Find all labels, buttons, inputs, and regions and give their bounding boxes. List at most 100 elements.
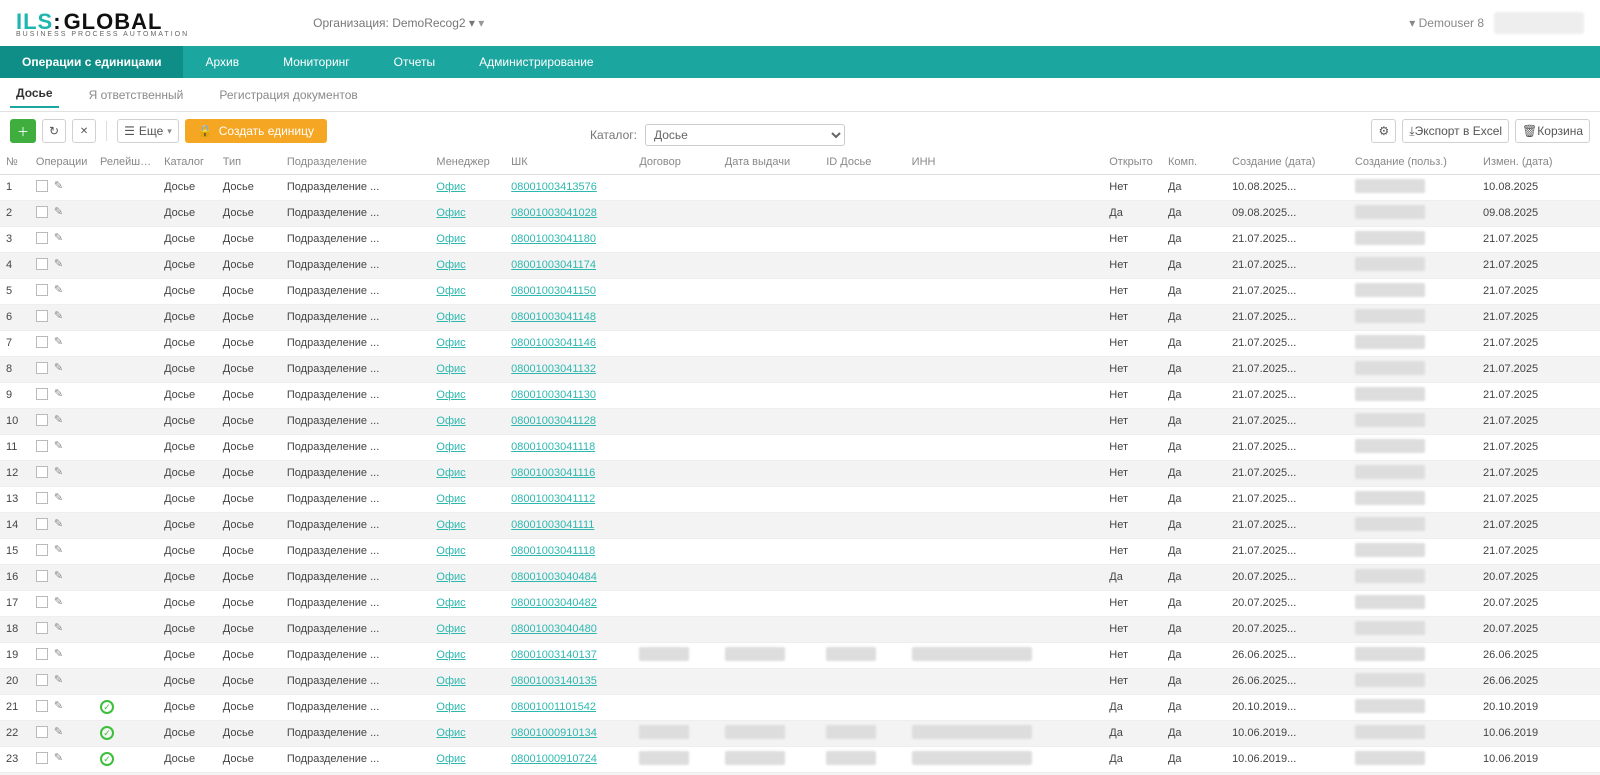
manager-link[interactable]: Офис: [436, 467, 465, 479]
cell-barcode[interactable]: 08001003040482: [505, 590, 633, 616]
cell-manager[interactable]: Офис: [430, 746, 505, 772]
col-header[interactable]: ИНН: [906, 150, 1104, 174]
edit-icon[interactable]: [54, 647, 63, 660]
manager-link[interactable]: Офис: [436, 597, 465, 609]
subnav-item-0[interactable]: Досье: [10, 82, 59, 108]
cell-manager[interactable]: Офис: [430, 564, 505, 590]
cell-manager[interactable]: Офис: [430, 330, 505, 356]
cell-ops[interactable]: [30, 642, 94, 668]
cell-ops[interactable]: [30, 434, 94, 460]
edit-icon[interactable]: [54, 361, 63, 374]
barcode-link[interactable]: 08001003413576: [511, 181, 597, 193]
nav-item-1[interactable]: Архив: [183, 46, 261, 78]
manager-link[interactable]: Офис: [436, 545, 465, 557]
cell-manager[interactable]: Офис: [430, 486, 505, 512]
barcode-link[interactable]: 08001003041112: [511, 493, 595, 505]
org-selector[interactable]: Организация: DemoRecog2 ▾: [309, 12, 500, 34]
manager-link[interactable]: Офис: [436, 571, 465, 583]
row-checkbox[interactable]: [36, 700, 48, 712]
edit-icon[interactable]: [54, 283, 63, 296]
manager-link[interactable]: Офис: [436, 519, 465, 531]
cell-barcode[interactable]: 08001003040480: [505, 616, 633, 642]
manager-link[interactable]: Офис: [436, 207, 465, 219]
cell-ops[interactable]: [30, 694, 94, 720]
row-checkbox[interactable]: [36, 518, 48, 530]
col-header[interactable]: Договор: [633, 150, 718, 174]
cell-ops[interactable]: [30, 356, 94, 382]
cell-barcode[interactable]: 08001003413576: [505, 174, 633, 200]
barcode-link[interactable]: 08001003041130: [511, 389, 596, 401]
cell-barcode[interactable]: 08001003041150: [505, 278, 633, 304]
nav-item-2[interactable]: Мониторинг: [261, 46, 372, 78]
cell-manager[interactable]: Офис: [430, 226, 505, 252]
export-excel-button[interactable]: Экспорт в Excel: [1402, 119, 1509, 143]
clear-button[interactable]: [72, 119, 96, 143]
cell-manager[interactable]: Офис: [430, 304, 505, 330]
manager-link[interactable]: Офис: [436, 701, 465, 713]
barcode-link[interactable]: 08001003041128: [511, 415, 596, 427]
col-header[interactable]: Открыто: [1103, 150, 1162, 174]
manager-link[interactable]: Офис: [436, 337, 465, 349]
cell-ops[interactable]: [30, 746, 94, 772]
edit-icon[interactable]: [54, 517, 63, 530]
edit-icon[interactable]: [54, 751, 63, 764]
barcode-link[interactable]: 08001003040480: [511, 623, 597, 635]
edit-icon[interactable]: [54, 413, 63, 426]
cell-manager[interactable]: Офис: [430, 356, 505, 382]
manager-link[interactable]: Офис: [436, 753, 465, 765]
table-row[interactable]: 12ДосьеДосьеПодразделение ...Офис0800100…: [0, 460, 1600, 486]
cell-manager[interactable]: Офис: [430, 200, 505, 226]
col-header[interactable]: Подразделение: [281, 150, 431, 174]
edit-icon[interactable]: [54, 335, 63, 348]
row-checkbox[interactable]: [36, 752, 48, 764]
cell-barcode[interactable]: 08001003041180: [505, 226, 633, 252]
cell-ops[interactable]: [30, 590, 94, 616]
edit-icon[interactable]: [54, 673, 63, 686]
manager-link[interactable]: Офис: [436, 727, 465, 739]
cell-barcode[interactable]: 08001003041028: [505, 200, 633, 226]
row-checkbox[interactable]: [36, 674, 48, 686]
cell-ops[interactable]: [30, 252, 94, 278]
barcode-link[interactable]: 08001003041146: [511, 337, 596, 349]
cell-manager[interactable]: Офис: [430, 278, 505, 304]
edit-icon[interactable]: [54, 569, 63, 582]
cell-ops[interactable]: [30, 408, 94, 434]
manager-link[interactable]: Офис: [436, 623, 465, 635]
col-header[interactable]: Менеджер: [430, 150, 505, 174]
barcode-link[interactable]: 08001000910134: [511, 727, 597, 739]
table-row[interactable]: 10ДосьеДосьеПодразделение ...Офис0800100…: [0, 408, 1600, 434]
barcode-link[interactable]: 08001003041028: [511, 207, 597, 219]
edit-icon[interactable]: [54, 725, 63, 738]
nav-item-3[interactable]: Отчеты: [372, 46, 457, 78]
table-row[interactable]: 16ДосьеДосьеПодразделение ...Офис0800100…: [0, 564, 1600, 590]
catalog-select[interactable]: Досье: [645, 124, 845, 146]
cell-ops[interactable]: [30, 330, 94, 356]
row-checkbox[interactable]: [36, 466, 48, 478]
cell-ops[interactable]: [30, 486, 94, 512]
cell-ops[interactable]: [30, 720, 94, 746]
cell-ops[interactable]: [30, 564, 94, 590]
manager-link[interactable]: Офис: [436, 363, 465, 375]
cell-barcode[interactable]: 08001003041116: [505, 460, 633, 486]
edit-icon[interactable]: [54, 465, 63, 478]
row-checkbox[interactable]: [36, 622, 48, 634]
cell-ops[interactable]: [30, 200, 94, 226]
subnav-item-1[interactable]: Я ответственный: [83, 84, 190, 106]
cell-manager[interactable]: Офис: [430, 512, 505, 538]
row-checkbox[interactable]: [36, 206, 48, 218]
cell-manager[interactable]: Офис: [430, 252, 505, 278]
table-row[interactable]: 7ДосьеДосьеПодразделение ...Офис08001003…: [0, 330, 1600, 356]
row-checkbox[interactable]: [36, 258, 48, 270]
table-row[interactable]: 8ДосьеДосьеПодразделение ...Офис08001003…: [0, 356, 1600, 382]
row-checkbox[interactable]: [36, 232, 48, 244]
cell-ops[interactable]: [30, 616, 94, 642]
add-button[interactable]: ＋: [10, 119, 36, 143]
cell-barcode[interactable]: 08001003140137: [505, 642, 633, 668]
cell-barcode[interactable]: 08001003041112: [505, 486, 633, 512]
table-row[interactable]: 14ДосьеДосьеПодразделение ...Офис0800100…: [0, 512, 1600, 538]
edit-icon[interactable]: [54, 387, 63, 400]
cell-manager[interactable]: Офис: [430, 408, 505, 434]
table-row[interactable]: 20ДосьеДосьеПодразделение ...Офис0800100…: [0, 668, 1600, 694]
col-header[interactable]: ШК: [505, 150, 633, 174]
cell-manager[interactable]: Офис: [430, 434, 505, 460]
